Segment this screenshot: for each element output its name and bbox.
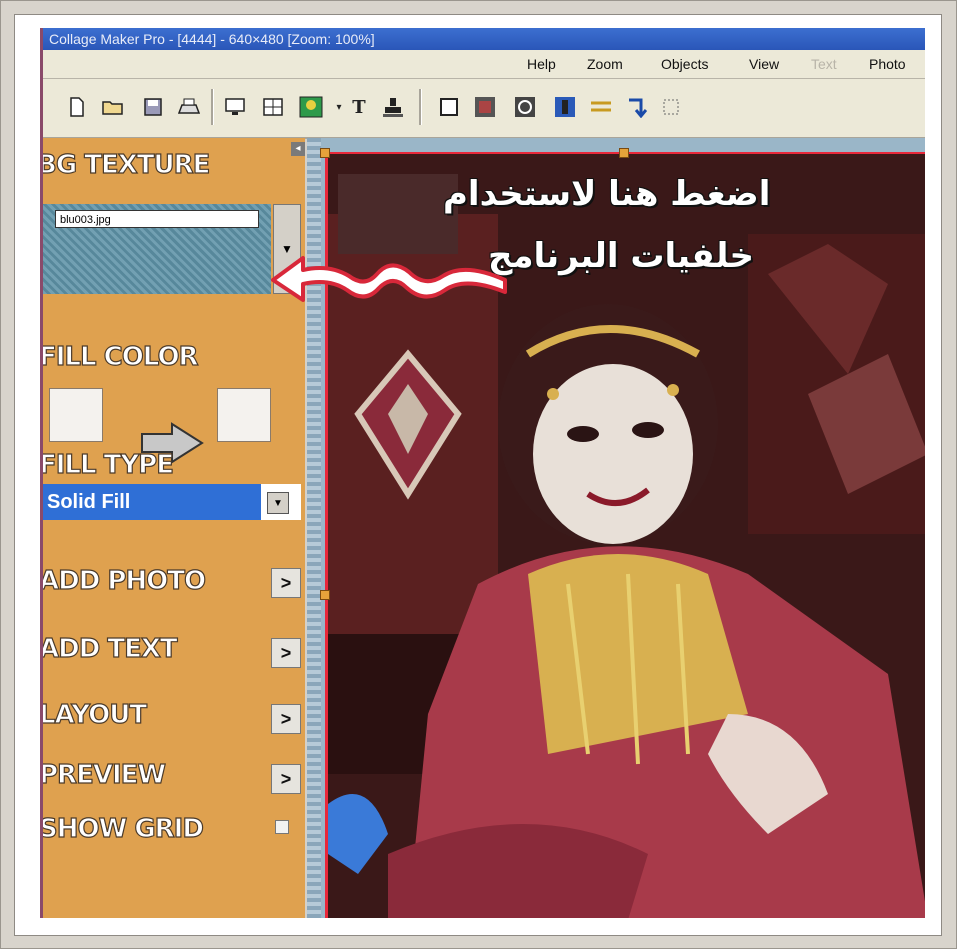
stamp-icon[interactable] (381, 95, 405, 119)
chevron-down-icon: ▼ (273, 497, 283, 509)
collapse-panel-button[interactable]: ◂ (291, 142, 305, 156)
fill-color-label: FILL COLOR (40, 341, 199, 372)
toolbar-separator (419, 89, 422, 125)
add-photo-button[interactable]: > (271, 568, 301, 598)
print-icon[interactable] (177, 95, 201, 119)
save-icon[interactable] (141, 95, 165, 119)
arrow-curve-icon[interactable] (625, 95, 649, 119)
lines-icon[interactable] (589, 95, 613, 119)
open-icon[interactable] (101, 95, 125, 119)
layout-icon[interactable] (261, 95, 285, 119)
add-photo-label: ADD PHOTO (40, 565, 207, 596)
monitor-icon[interactable] (223, 95, 247, 119)
toolbar-separator (211, 89, 214, 125)
annotation-line-2: خلفيات البرنامج (488, 236, 755, 276)
menu-view[interactable]: View (749, 56, 779, 72)
blue-photo-icon[interactable] (553, 95, 577, 119)
texture-name-field[interactable]: blu003.jpg (55, 210, 259, 228)
toolbar: ▾ T (43, 79, 925, 139)
menu-bar: Help Zoom Objects View Text Photo (43, 50, 925, 79)
select-rect-icon[interactable] (659, 95, 683, 119)
resize-handle[interactable] (619, 148, 629, 158)
bg-texture-label: BG TEXTURE (40, 149, 211, 180)
fill-type-dropdown-button[interactable]: ▼ (267, 492, 289, 514)
show-grid-checkbox[interactable] (275, 820, 289, 834)
add-text-label: ADD TEXT (40, 633, 178, 664)
add-text-button[interactable]: > (271, 638, 301, 668)
fill-color-start-swatch[interactable] (49, 388, 103, 442)
fill-type-label: FILL TYPE (40, 449, 175, 480)
fill-color-end-swatch[interactable] (217, 388, 271, 442)
fill-type-value: Solid Fill (43, 484, 261, 520)
preview-button[interactable]: > (271, 764, 301, 794)
menu-text[interactable]: Text (811, 56, 837, 72)
menu-objects[interactable]: Objects (661, 56, 708, 72)
menu-photo[interactable]: Photo (869, 56, 906, 72)
preview-label: PREVIEW (40, 759, 167, 790)
fill-type-select[interactable]: Solid Fill ▼ (43, 484, 301, 520)
menu-zoom[interactable]: Zoom (587, 56, 623, 72)
photo-frame-icon[interactable] (473, 95, 497, 119)
app-window: Collage Maker Pro - [4444] - 640×480 [Zo… (40, 28, 925, 918)
title-bar: Collage Maker Pro - [4444] - 640×480 [Zo… (43, 28, 925, 50)
annotation-arrow-icon (271, 256, 507, 302)
window-title: Collage Maker Pro - [4444] - 640×480 [Zo… (49, 31, 375, 47)
layout-label: LAYOUT (40, 699, 148, 730)
annotation-line-1: اضغط هنا لاستخدام (443, 174, 771, 214)
side-panel: ◂ BG TEXTURE blu003.jpg ▼ FILL COLOR FIL… (43, 138, 305, 918)
image-icon[interactable] (299, 95, 323, 119)
resize-handle[interactable] (320, 590, 330, 600)
menu-help[interactable]: Help (527, 56, 556, 72)
rotate-icon[interactable] (513, 95, 537, 119)
new-icon[interactable] (65, 95, 89, 119)
frame-icon[interactable] (437, 95, 461, 119)
text-icon[interactable]: T (347, 95, 371, 119)
layout-button[interactable]: > (271, 704, 301, 734)
resize-handle[interactable] (320, 148, 330, 158)
show-grid-label: SHOW GRID (40, 813, 205, 844)
